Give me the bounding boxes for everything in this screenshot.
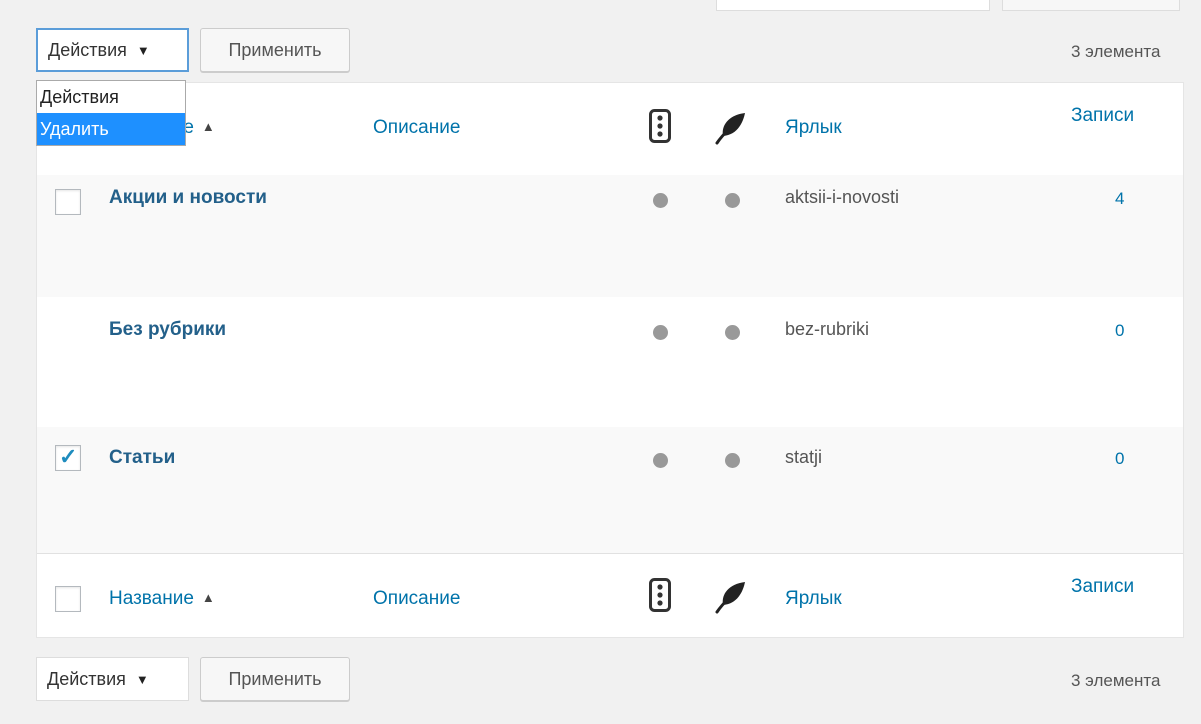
dropdown-option-actions[interactable]: Действия <box>37 81 185 113</box>
bulk-actions-select-top[interactable]: Действия ▼ <box>36 28 189 72</box>
status-dot <box>725 193 740 208</box>
traffic-light-icon[interactable] <box>649 109 671 148</box>
status-dot <box>653 325 668 340</box>
bulk-actions-selected-label: Действия <box>48 39 127 60</box>
category-post-count[interactable]: 0 <box>1115 449 1124 469</box>
item-count-top: 3 элемента <box>1071 42 1161 61</box>
checkmark-icon: ✓ <box>59 444 78 469</box>
table-header-row: Название▲ Описание Ярлык Записи <box>37 83 1183 176</box>
top-toolbar-fragment <box>0 0 1201 11</box>
status-dot <box>653 193 668 208</box>
select-all-checkbox-bottom[interactable] <box>55 586 81 612</box>
traffic-light-icon[interactable] <box>649 578 671 617</box>
table-footer-row: Название ▲ Описание Ярлык Записи <box>37 553 1183 638</box>
sort-asc-icon: ▲ <box>201 590 215 605</box>
category-post-count[interactable]: 4 <box>1115 189 1124 209</box>
row-checkbox[interactable] <box>55 189 81 215</box>
column-name-footer[interactable]: Название ▲ <box>109 588 215 610</box>
bulk-actions-dropdown-list: Действия Удалить <box>36 80 186 146</box>
feather-icon[interactable] <box>715 111 747 150</box>
table-row: Акции и новости aktsii-i-novosti 4 <box>37 175 1183 297</box>
status-dot <box>653 453 668 468</box>
column-count-footer[interactable]: Записи <box>1071 576 1134 598</box>
bulk-actions-select-bottom[interactable]: Действия ▼ <box>36 657 189 701</box>
category-post-count[interactable]: 0 <box>1115 321 1124 341</box>
column-slug-header[interactable]: Ярлык <box>785 117 842 139</box>
dropdown-arrow-icon: ▼ <box>135 671 149 687</box>
column-description-footer[interactable]: Описание <box>373 588 460 610</box>
category-slug: statji <box>785 447 823 467</box>
category-name-link[interactable]: Без рубрики <box>109 319 226 341</box>
categories-table: Название ▲ Описание Ярлык Записи Акции и … <box>36 82 1184 638</box>
category-slug: bez-rubriki <box>785 319 870 339</box>
category-name-link[interactable]: Акции и новости <box>109 187 267 209</box>
column-name-label: Название <box>109 588 194 609</box>
dropdown-option-delete[interactable]: Удалить <box>37 113 185 145</box>
bulk-actions-selected-label: Действия <box>47 668 126 689</box>
sort-asc-icon: ▲ <box>201 119 215 134</box>
table-row: ✓ Статьи statji 0 <box>37 427 1183 553</box>
status-dot <box>725 325 740 340</box>
row-checkbox[interactable]: ✓ <box>55 444 81 471</box>
column-count-header[interactable]: Записи <box>1071 105 1134 127</box>
column-slug-footer[interactable]: Ярлык <box>785 588 842 610</box>
apply-button-bottom[interactable]: Применить <box>200 657 350 701</box>
item-count-bottom: 3 элемента <box>1071 671 1161 690</box>
table-row: Без рубрики bez-rubriki 0 <box>37 297 1183 427</box>
dropdown-arrow-icon: ▼ <box>136 42 150 58</box>
search-button-fragment[interactable] <box>1002 0 1180 11</box>
category-name-link[interactable]: Статьи <box>109 447 175 469</box>
feather-icon[interactable] <box>715 580 747 619</box>
search-input-fragment[interactable] <box>716 0 990 11</box>
status-dot <box>725 453 740 468</box>
column-description-header[interactable]: Описание <box>373 117 460 139</box>
category-slug: aktsii-i-novosti <box>785 187 900 207</box>
apply-button-top[interactable]: Применить <box>200 28 350 72</box>
